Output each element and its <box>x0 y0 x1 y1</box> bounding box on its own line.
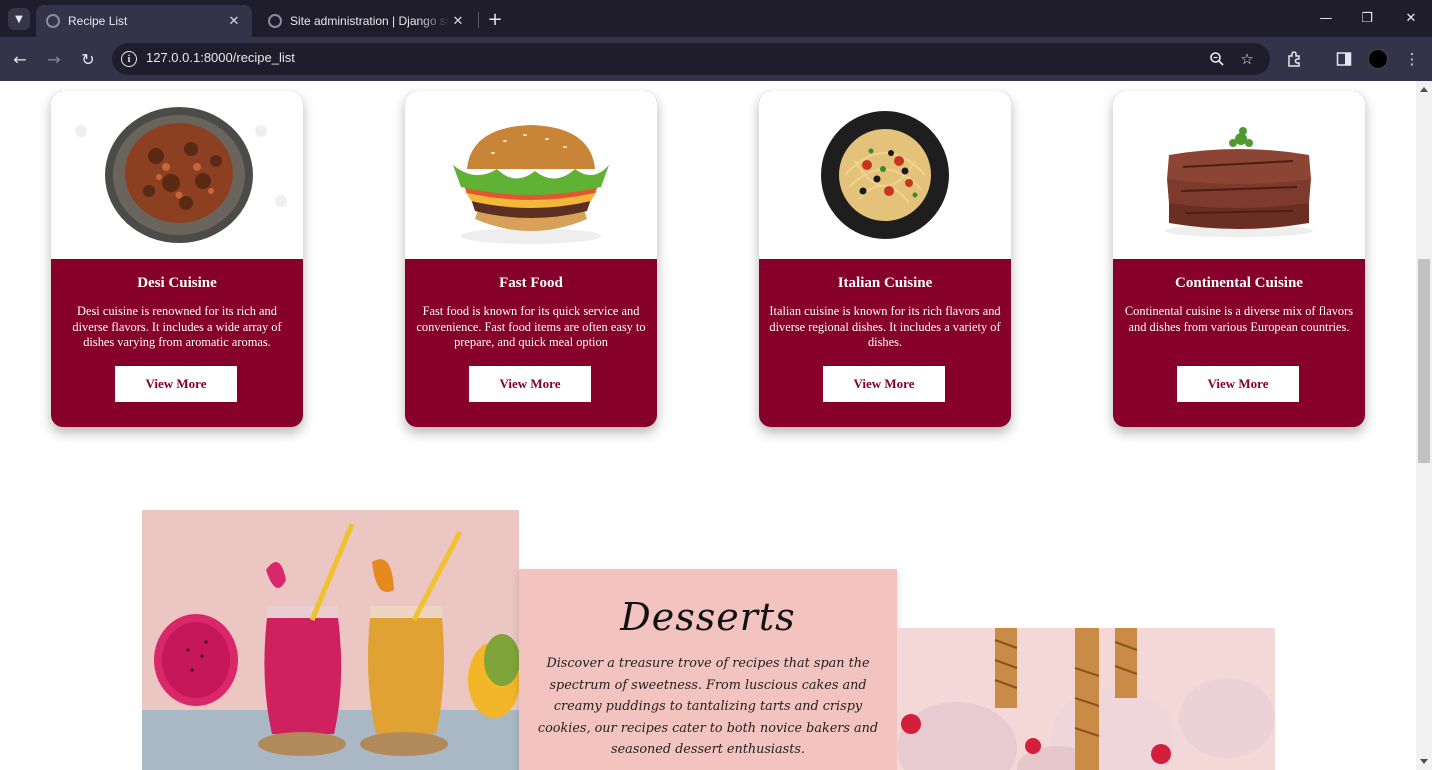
view-more-button[interactable]: View More <box>823 366 945 402</box>
scroll-down-icon[interactable] <box>1420 759 1428 764</box>
reload-button[interactable]: ↻ <box>76 47 100 71</box>
desserts-description: Discover a treasure trove of recipes tha… <box>537 656 879 757</box>
cuisine-card-body: Italian Cuisine Italian cuisine is known… <box>759 259 1011 427</box>
dessert-image-smoothies <box>142 510 519 770</box>
cuisine-card-body: Desi Cuisine Desi cuisine is renowned fo… <box>51 259 303 427</box>
reload-icon: ↻ <box>81 49 95 69</box>
cuisine-image-italian <box>759 91 1011 259</box>
arrow-right-icon: → <box>47 49 61 69</box>
view-more-button[interactable]: View More <box>115 366 237 402</box>
cuisine-title: Fast Food <box>499 275 563 291</box>
cuisine-card-body: Fast Food Fast food is known for its qui… <box>405 259 657 427</box>
back-button[interactable]: ← <box>8 47 32 71</box>
close-icon[interactable]: ✕ <box>450 13 466 29</box>
cuisine-card-body: Continental Cuisine Continental cuisine … <box>1113 259 1365 427</box>
desserts-title: Desserts <box>620 595 796 639</box>
globe-icon <box>268 14 282 28</box>
restore-button[interactable]: ❐ <box>1352 6 1382 30</box>
cuisine-title: Desi Cuisine <box>137 275 217 291</box>
cuisine-image-continental <box>1113 91 1365 259</box>
close-window-button[interactable]: ✕ <box>1396 6 1426 30</box>
plus-icon: + <box>487 8 503 30</box>
tab-recipe-list[interactable]: Recipe List ✕ <box>36 5 252 37</box>
zoom-icon[interactable] <box>1208 50 1226 68</box>
cuisine-image-fast-food <box>405 91 657 259</box>
site-info-icon[interactable]: i <box>121 51 137 67</box>
browser-toolbar: ← → ↻ i 127.0.0.1:8000/recipe_list ☆ ⋮ <box>0 37 1432 81</box>
close-icon: ✕ <box>1405 10 1417 26</box>
forward-button[interactable]: → <box>42 47 66 71</box>
url-text[interactable]: 127.0.0.1:8000/recipe_list <box>146 50 295 65</box>
cuisine-description: Desi cuisine is renowned for its rich an… <box>72 304 282 349</box>
cuisine-card-continental: Continental Cuisine Continental cuisine … <box>1113 91 1365 427</box>
dessert-image-ice-cream <box>897 628 1275 770</box>
arrow-left-icon: ← <box>13 49 27 69</box>
tab-search-button[interactable]: ▼ <box>8 8 30 30</box>
chevron-down-icon: ▼ <box>15 13 23 25</box>
tab-title: Site administration | Django site admin <box>290 14 450 28</box>
profile-avatar[interactable] <box>1368 49 1388 69</box>
star-icon[interactable]: ☆ <box>1238 50 1256 68</box>
cuisine-image-desi <box>51 91 303 259</box>
side-panel-icon[interactable] <box>1332 47 1356 71</box>
tab-django-admin[interactable]: Site administration | Django site admin … <box>258 5 476 37</box>
scroll-up-icon[interactable] <box>1420 87 1428 92</box>
view-more-button[interactable]: View More <box>469 366 591 402</box>
minimize-icon: — <box>1319 10 1333 26</box>
cuisine-card-italian: Italian Cuisine Italian cuisine is known… <box>759 91 1011 427</box>
close-icon[interactable]: ✕ <box>226 13 242 29</box>
minimize-button[interactable]: — <box>1311 6 1341 30</box>
menu-kebab-icon[interactable]: ⋮ <box>1400 47 1424 71</box>
address-bar[interactable]: i 127.0.0.1:8000/recipe_list ☆ <box>112 43 1270 75</box>
tab-divider <box>478 12 479 28</box>
cuisine-title: Italian Cuisine <box>837 275 933 291</box>
new-tab-button[interactable]: + <box>484 8 506 30</box>
cuisine-title: Continental Cuisine <box>1175 275 1303 291</box>
cuisine-description: Continental cuisine is a diverse mix of … <box>1124 304 1354 334</box>
page-scrollbar[interactable] <box>1416 81 1432 770</box>
tab-title: Recipe List <box>68 14 128 28</box>
cuisine-description: Fast food is known for its quick service… <box>416 304 646 349</box>
extensions-icon[interactable] <box>1283 47 1307 71</box>
scrollbar-thumb[interactable] <box>1418 259 1430 463</box>
browser-tab-strip: ▼ Recipe List ✕ Site administration | Dj… <box>0 0 1432 37</box>
globe-icon <box>46 14 60 28</box>
restore-icon: ❐ <box>1361 10 1373 26</box>
desserts-card: Desserts Discover a treasure trove of re… <box>519 569 897 770</box>
view-more-button[interactable]: View More <box>1177 366 1299 402</box>
cuisine-card-desi: Desi Cuisine Desi cuisine is renowned fo… <box>51 91 303 427</box>
cuisine-card-fast-food: Fast Food Fast food is known for its qui… <box>405 91 657 427</box>
cuisine-description: Italian cuisine is known for its rich fl… <box>769 304 1001 349</box>
page-viewport: Desi Cuisine Desi cuisine is renowned fo… <box>0 81 1416 770</box>
